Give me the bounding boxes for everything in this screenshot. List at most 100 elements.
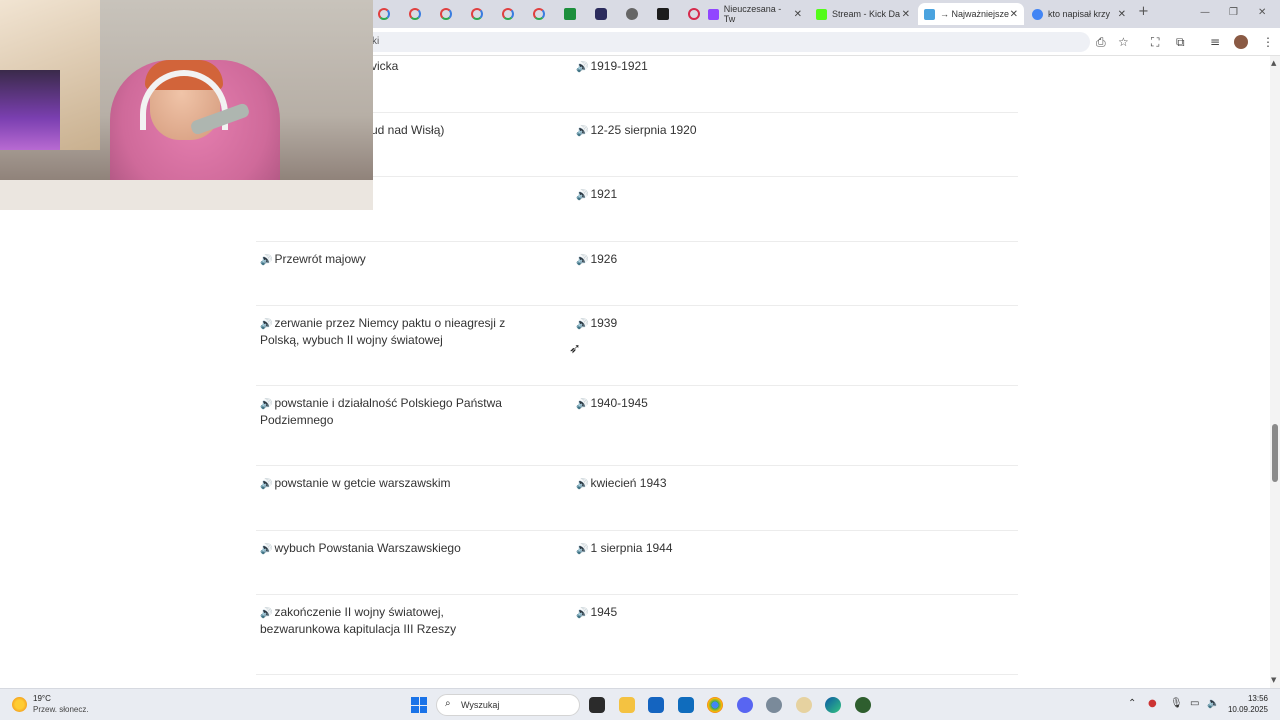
taskbar-search[interactable]: ⌕ Wyszukaj: [436, 694, 580, 716]
tab-app-2[interactable]: [585, 5, 616, 23]
date-cell: 🔊 1 sierpnia 1944: [576, 541, 876, 558]
tab-app-1[interactable]: [554, 5, 585, 23]
network-icon[interactable]: ▭: [1190, 698, 1199, 709]
google-icon: [377, 8, 390, 20]
table-row: 🔊 Przewrót majowy 🔊 1926: [256, 242, 1018, 306]
speaker-icon[interactable]: 🔊: [260, 608, 272, 619]
clock-date[interactable]: 10.09.2025: [1226, 705, 1268, 714]
event-text: Przewrót majowy: [274, 252, 366, 266]
tray-chevron-icon[interactable]: ⌃: [1128, 698, 1136, 709]
weather-temperature[interactable]: 19°C: [33, 694, 51, 703]
media-icon[interactable]: ≡: [1210, 35, 1220, 49]
task-view-icon[interactable]: [589, 697, 605, 713]
date-text: 1921: [590, 187, 618, 201]
menu-icon[interactable]: ⋮: [1262, 35, 1274, 49]
speaker-icon[interactable]: 🔊: [576, 62, 588, 73]
speaker-icon[interactable]: 🔊: [576, 255, 588, 266]
start-button[interactable]: [411, 697, 427, 713]
tab-google-5[interactable]: [492, 5, 523, 23]
speaker-icon[interactable]: 🔊: [576, 399, 588, 410]
scroll-thumb[interactable]: [1272, 424, 1278, 482]
speaker-icon[interactable]: 🔊: [260, 544, 272, 555]
date-cell: 🔊 1926: [576, 252, 876, 269]
tab-active-najwazniejsze[interactable]: → Najważniejsze ✕: [918, 3, 1024, 25]
windows-logo-part: [419, 705, 427, 713]
google-icon: [1032, 8, 1043, 20]
screenshot-icon[interactable]: ⛶: [1151, 35, 1159, 50]
speaker-icon[interactable]: 🔊: [576, 479, 588, 490]
speaker-icon[interactable]: 🔊: [260, 399, 272, 410]
chrome-icon[interactable]: [707, 697, 723, 713]
volume-icon[interactable]: 🔈: [1207, 698, 1219, 709]
google-icon: [439, 8, 452, 20]
table-row: 🔊 wybuch Powstania Warszawskiego 🔊 1 sierp…: [256, 531, 1018, 595]
speaker-icon[interactable]: 🔊: [576, 126, 588, 137]
event-cell: 🔊 wybuch Powstania Warszawskiego: [260, 541, 510, 558]
search-placeholder: Wyszukaj: [461, 700, 500, 710]
speaker-icon[interactable]: 🔊: [260, 255, 272, 266]
tab-twitch[interactable]: Nieuczesana - Tw ✕: [702, 3, 808, 25]
settings-gear-icon[interactable]: [766, 697, 782, 713]
date-text: 1940-1945: [590, 396, 648, 410]
restore-icon[interactable]: ❐: [1229, 7, 1238, 18]
date-text: 1939: [590, 316, 618, 330]
webcam-shelf: [0, 70, 60, 150]
tab-google-4[interactable]: [461, 5, 492, 23]
bookmark-star-icon[interactable]: ☆: [1118, 35, 1129, 49]
speaker-icon[interactable]: 🔊: [576, 319, 588, 330]
tab-app-3[interactable]: [616, 5, 647, 23]
edge-icon[interactable]: [825, 697, 841, 713]
tab-title: Stream - Kick Da: [832, 9, 901, 19]
table-row: 🔊 zerwanie przez Niemcy paktu o nieagresj…: [256, 306, 1018, 386]
close-icon[interactable]: ✕: [902, 9, 910, 20]
extensions-icon[interactable]: ⧉: [1176, 35, 1185, 50]
tab-google-search[interactable]: kto napisał krzy ✕: [1026, 3, 1132, 25]
store-icon[interactable]: [648, 697, 664, 713]
url-input[interactable]: ki: [360, 32, 1090, 52]
event-text: vicka: [371, 59, 399, 73]
app-notification-icon[interactable]: [796, 697, 812, 713]
microphone-tray-icon[interactable]: 🎙: [1170, 698, 1183, 709]
minimize-icon[interactable]: —: [1200, 7, 1210, 18]
window-close-icon[interactable]: ✕: [1258, 7, 1266, 18]
tab-google-2[interactable]: [399, 5, 430, 23]
scroll-down-icon[interactable]: ▼: [1271, 676, 1276, 684]
event-cell: 🔊 Przewrót majowy: [260, 252, 510, 269]
obs-icon[interactable]: [855, 697, 871, 713]
scroll-up-icon[interactable]: ▲: [1271, 59, 1276, 67]
page-icon: [924, 8, 935, 20]
tab-kick[interactable]: Stream - Kick Da ✕: [810, 3, 916, 25]
google-icon: [532, 8, 545, 20]
tab-title: → Najważniejsze: [940, 9, 1010, 19]
tray-app-icon[interactable]: ●: [1148, 698, 1157, 709]
close-icon[interactable]: ✕: [794, 9, 802, 20]
event-cell: 🔊 powstanie i działalność Polskiego Państ…: [260, 396, 510, 428]
speaker-icon[interactable]: 🔊: [260, 479, 272, 490]
search-icon: ⌕: [445, 698, 451, 709]
windows-logo-part: [411, 705, 419, 713]
weather-sun-icon[interactable]: [12, 697, 27, 712]
tab-google-3[interactable]: [430, 5, 461, 23]
windows-taskbar: 19°C Przew. słonecz. ⌕ Wyszukaj ⌃ ● 🎙 ▭ …: [0, 688, 1280, 720]
new-tab-button[interactable]: +: [1138, 4, 1149, 19]
speaker-icon[interactable]: 🔊: [576, 608, 588, 619]
weather-description[interactable]: Przew. słonecz.: [33, 705, 89, 714]
close-icon[interactable]: ✕: [1118, 9, 1126, 20]
speaker-icon[interactable]: 🔊: [576, 544, 588, 555]
tab-google-6[interactable]: [523, 5, 554, 23]
close-icon[interactable]: ✕: [1010, 9, 1018, 20]
page-scrollbar[interactable]: ▲ ▼: [1270, 56, 1280, 688]
tab-app-4[interactable]: [647, 5, 678, 23]
date-cell: 🔊 1921: [576, 187, 876, 204]
discord-icon[interactable]: [737, 697, 753, 713]
outlook-icon[interactable]: [678, 697, 694, 713]
pinned-tabs: [368, 5, 709, 23]
speaker-icon[interactable]: 🔊: [576, 190, 588, 201]
speaker-icon[interactable]: 🔊: [260, 319, 272, 330]
install-app-icon[interactable]: ⎙: [1096, 35, 1106, 50]
windows-logo-part: [419, 697, 427, 705]
clock-time[interactable]: 13:56: [1246, 694, 1268, 703]
kick-icon: [816, 8, 827, 20]
file-explorer-icon[interactable]: [619, 697, 635, 713]
profile-avatar[interactable]: [1234, 35, 1248, 49]
